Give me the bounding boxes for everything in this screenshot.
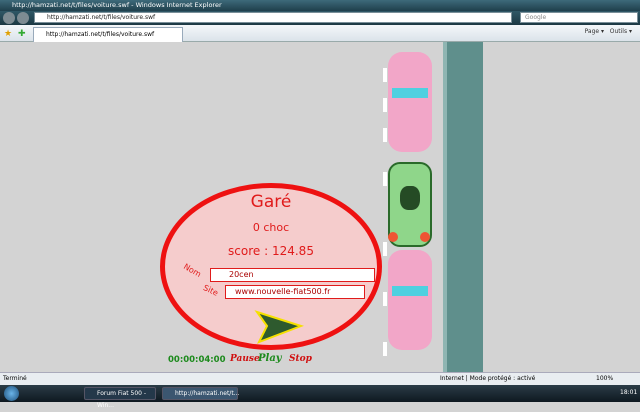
add-favorite-icon[interactable]: ✚ [18, 29, 26, 39]
search-input[interactable]: Google [520, 12, 638, 23]
parked-car-rear [388, 250, 432, 350]
taskbar-item[interactable]: Forum Fiat 500 - Win... [84, 387, 156, 409]
player-car [388, 162, 432, 247]
parked-status: Garé [250, 192, 292, 212]
lane-marking [383, 128, 387, 142]
pause-button[interactable]: Pause [230, 354, 260, 364]
lane-marking [383, 292, 387, 306]
browser-tab[interactable]: http://hamzati.net/t/files/voiture.swf [33, 27, 183, 42]
address-input[interactable]: http://hamzati.net/t/files/voiture.swf [34, 12, 512, 23]
sidewalk [443, 42, 483, 372]
command-buttons: Page ▾ Outils ▾ [584, 28, 632, 35]
taskbar-item[interactable]: http://hamzati.net/t... [162, 387, 239, 400]
lane-marking [383, 98, 387, 112]
play-button[interactable]: Play [258, 353, 282, 364]
lane-marking [383, 172, 387, 186]
result-panel: Garé 0 choc score : 124.85 Nom 20cen Sit… [160, 183, 382, 350]
page-menu[interactable]: Page [585, 28, 600, 35]
clock: 18:01 [620, 389, 638, 396]
score: score : 124.85 [228, 244, 314, 258]
site-input[interactable]: www.nouvelle-fiat500.fr [225, 285, 365, 299]
forward-icon[interactable] [17, 12, 29, 24]
window-title: http://hamzati.net/t/files/voiture.swf -… [12, 1, 222, 9]
stop-button[interactable]: Stop [289, 354, 312, 364]
status-bar: Terminé Internet | Mode protégé : activé… [0, 372, 640, 385]
security-zone[interactable]: Internet | Mode protégé : activé [440, 373, 535, 385]
tools-menu[interactable]: Outils [610, 28, 627, 35]
lane-marking [383, 342, 387, 356]
start-button[interactable] [4, 386, 19, 401]
status-text: Terminé [3, 375, 27, 382]
name-input[interactable]: 20cen [210, 268, 375, 282]
site-label: Site [201, 283, 220, 298]
taskbar: Forum Fiat 500 - Win... http://hamzati.n… [0, 385, 640, 409]
back-icon[interactable] [3, 12, 15, 24]
lane-marking [383, 68, 387, 82]
zoom-level[interactable]: 100% [596, 373, 613, 385]
timer: 00:00:04:00 [168, 355, 226, 365]
parked-car-front [388, 52, 432, 152]
crash-count: 0 choc [252, 221, 290, 234]
flash-game[interactable]: Garé 0 choc score : 124.85 Nom 20cen Sit… [0, 42, 640, 372]
name-label: Nom [182, 261, 203, 280]
title-bar: http://hamzati.net/t/files/voiture.swf -… [0, 0, 640, 11]
favorites-star-icon[interactable]: ★ [4, 29, 12, 39]
next-arrow-icon[interactable] [253, 310, 305, 344]
lane-marking [383, 242, 387, 256]
